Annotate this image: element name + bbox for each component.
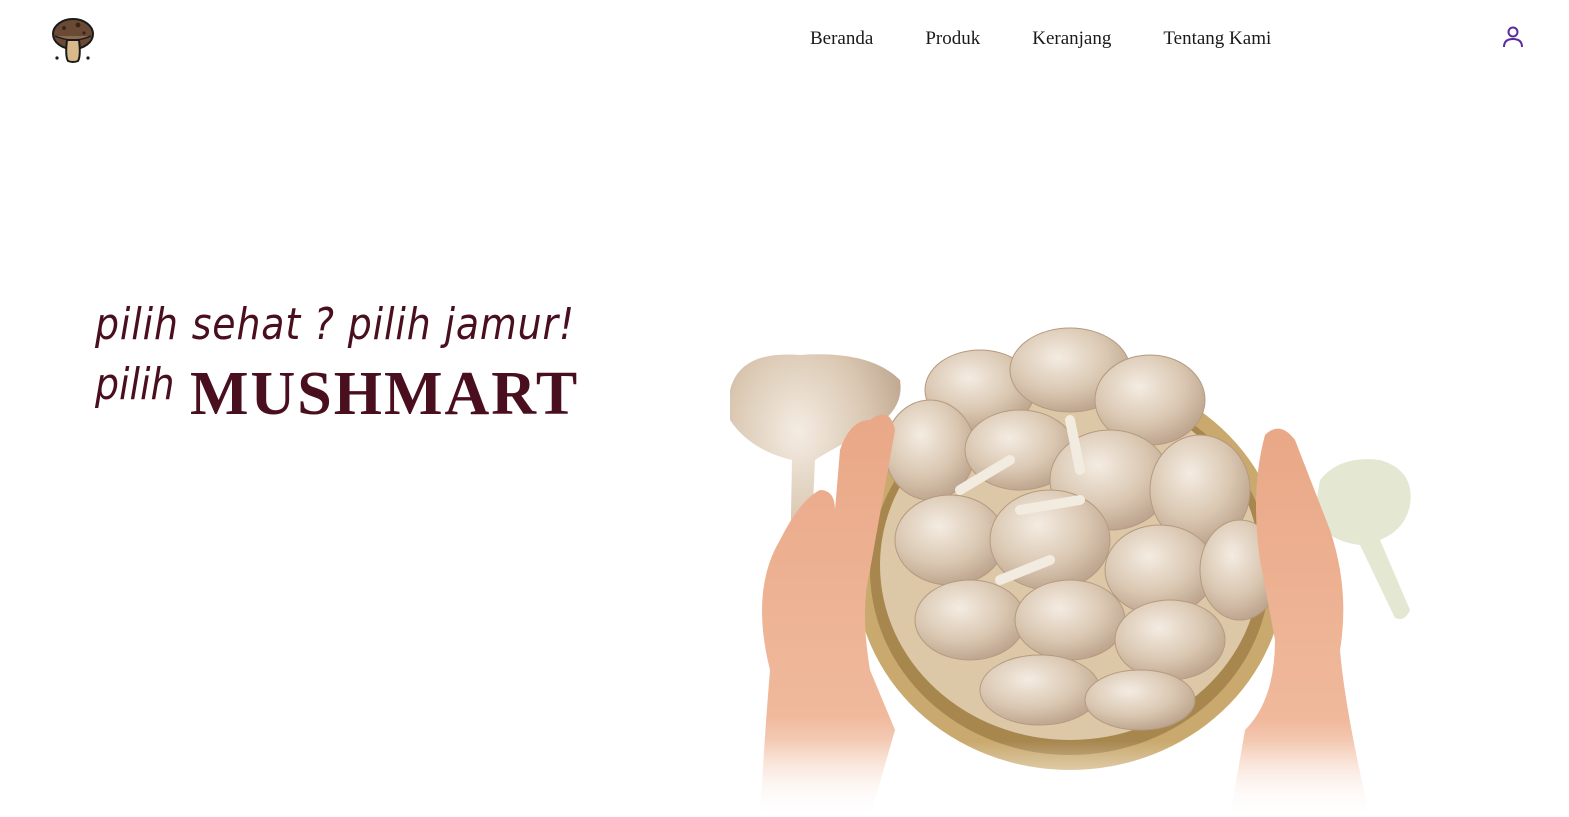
page: Beranda Produk Keranjang Tentang Kami pi… [0,0,1569,817]
mushroom-logo-icon[interactable] [50,14,96,64]
hero-headline: pilih MUSHMART [95,359,635,429]
nav-tentang-kami[interactable]: Tentang Kami [1163,28,1271,50]
header: Beranda Produk Keranjang Tentang Kami [0,0,1569,80]
headline-prefix: pilih [95,359,175,410]
main-nav: Beranda Produk Keranjang Tentang Kami [810,28,1271,50]
nav-keranjang[interactable]: Keranjang [1032,28,1111,50]
hero-tagline: pilih sehat ? pilih jamur! [95,299,575,350]
hero-mushroom-basket-image [720,310,1420,817]
nav-beranda[interactable]: Beranda [810,28,873,50]
hero-text: pilih sehat ? pilih jamur! pilih MUSHMAR… [95,285,635,429]
nav-produk[interactable]: Produk [925,28,980,50]
brand-name: MUSHMART [190,360,580,428]
user-icon[interactable] [1501,25,1525,49]
